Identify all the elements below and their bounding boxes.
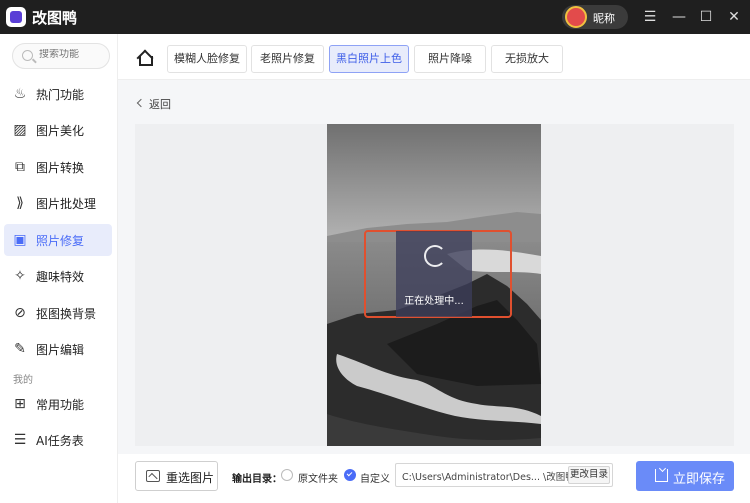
home-icon[interactable] (136, 50, 153, 66)
sidebar-item-label: 常用功能 (36, 398, 85, 412)
back-link[interactable]: 返回 (149, 96, 171, 112)
search-icon (22, 50, 33, 61)
minimize-icon[interactable]: — (668, 6, 690, 28)
sidebar-item-label: 图片编辑 (36, 343, 85, 357)
output-dir-label: 输出目录： (232, 474, 282, 485)
sidebar: ♨ 热门功能 ▨ 图片美化 ⧉ 图片转换 ⟫ 图片批处理 ▣ 照片修复 ✧ 趣味… (0, 34, 118, 503)
sidebar-item-label: 图片批处理 (36, 197, 97, 211)
image-edit-icon: ✎ (14, 341, 26, 357)
search-input[interactable] (39, 49, 107, 60)
image-icon (146, 470, 160, 482)
sidebar-item-batch[interactable]: ⟫ 图片批处理 (4, 187, 112, 219)
sidebar-item-label: 照片修复 (36, 234, 85, 248)
title-bar: 改图鸭 昵称 ☰ — ☐ ✕ (0, 0, 750, 34)
sidebar-item-photo-repair[interactable]: ▣ 照片修复 (4, 224, 112, 256)
close-icon[interactable]: ✕ (723, 6, 745, 28)
user-nickname[interactable]: 昵称 (593, 10, 615, 26)
photo-repair-icon: ▣ (13, 232, 27, 248)
download-icon (655, 469, 668, 482)
sparkle-icon: ✧ (14, 268, 26, 284)
sidebar-item-common[interactable]: ⊞ 常用功能 (4, 388, 112, 420)
sidebar-item-label: AI任务表 (36, 434, 84, 448)
cutout-icon: ⊘ (14, 305, 26, 321)
tab-denoise[interactable]: 照片降噪 (414, 45, 486, 73)
reselect-image-button[interactable]: 重选图片 (135, 461, 218, 491)
preview-canvas: 正在处理中... (135, 124, 734, 446)
app-title: 改图鸭 (32, 9, 78, 27)
avatar[interactable] (565, 6, 587, 28)
image-beauty-icon: ▨ (13, 122, 27, 138)
task-list-icon: ☰ (13, 432, 27, 448)
search-box[interactable] (12, 43, 110, 69)
loading-spinner-icon (424, 245, 446, 267)
tab-bar: 模糊人脸修复 老照片修复 黑白照片上色 照片降噪 无损放大 (118, 34, 750, 80)
sidebar-item-effects[interactable]: ✧ 趣味特效 (4, 260, 112, 292)
image-convert-icon: ⧉ (15, 159, 25, 175)
chevron-left-icon[interactable] (136, 98, 146, 108)
sidebar-item-label: 图片转换 (36, 161, 85, 175)
photo-preview: 正在处理中... (327, 124, 541, 446)
processing-text: 正在处理中... (404, 296, 464, 307)
main-area: 模糊人脸修复 老照片修复 黑白照片上色 照片降噪 无损放大 返回 正在处理中..… (118, 34, 750, 503)
tab-colorize[interactable]: 黑白照片上色 (329, 45, 409, 73)
sidebar-item-convert[interactable]: ⧉ 图片转换 (4, 151, 112, 183)
sidebar-item-beauty[interactable]: ▨ 图片美化 (4, 114, 112, 146)
tab-old-photo[interactable]: 老照片修复 (251, 45, 324, 73)
bottom-bar: 重选图片 输出目录： 原文件夹 自定义 C:\Users\Administrat… (118, 454, 750, 503)
sidebar-item-edit[interactable]: ✎ 图片编辑 (4, 333, 112, 365)
radio-original-folder[interactable] (281, 469, 293, 481)
tab-upscale[interactable]: 无损放大 (491, 45, 563, 73)
output-path-text: C:\Users\Administrator\Des... \改图鸭 (402, 472, 572, 483)
fire-icon: ♨ (13, 86, 27, 102)
app-logo-icon (6, 7, 26, 27)
sidebar-item-label: 图片美化 (36, 124, 85, 138)
grid-icon: ⊞ (14, 396, 26, 412)
radio-custom-folder[interactable] (344, 469, 356, 481)
reselect-label: 重选图片 (166, 471, 215, 485)
sidebar-item-cutout[interactable]: ⊘ 抠图换背景 (4, 297, 112, 329)
radio-custom-label[interactable]: 自定义 (360, 470, 390, 485)
sidebar-item-label: 趣味特效 (36, 270, 85, 284)
save-now-button[interactable]: 立即保存 (636, 461, 734, 491)
maximize-icon[interactable]: ☐ (695, 6, 717, 28)
save-label: 立即保存 (673, 472, 726, 487)
sidebar-item-hot[interactable]: ♨ 热门功能 (4, 78, 112, 110)
tab-face-deblur[interactable]: 模糊人脸修复 (167, 45, 247, 73)
change-dir-button[interactable]: 更改目录 (568, 466, 610, 484)
sidebar-item-label: 抠图换背景 (36, 307, 97, 321)
output-path-field[interactable]: C:\Users\Administrator\Des... \改图鸭 更改目录 (395, 463, 613, 487)
sidebar-item-ai-tasks[interactable]: ☰ AI任务表 (4, 424, 112, 456)
section-label-mine: 我的 (13, 375, 33, 386)
radio-original-label[interactable]: 原文件夹 (298, 470, 338, 485)
sidebar-item-label: 热门功能 (36, 88, 85, 102)
batch-icon: ⟫ (16, 195, 24, 211)
menu-icon[interactable]: ☰ (639, 6, 661, 28)
